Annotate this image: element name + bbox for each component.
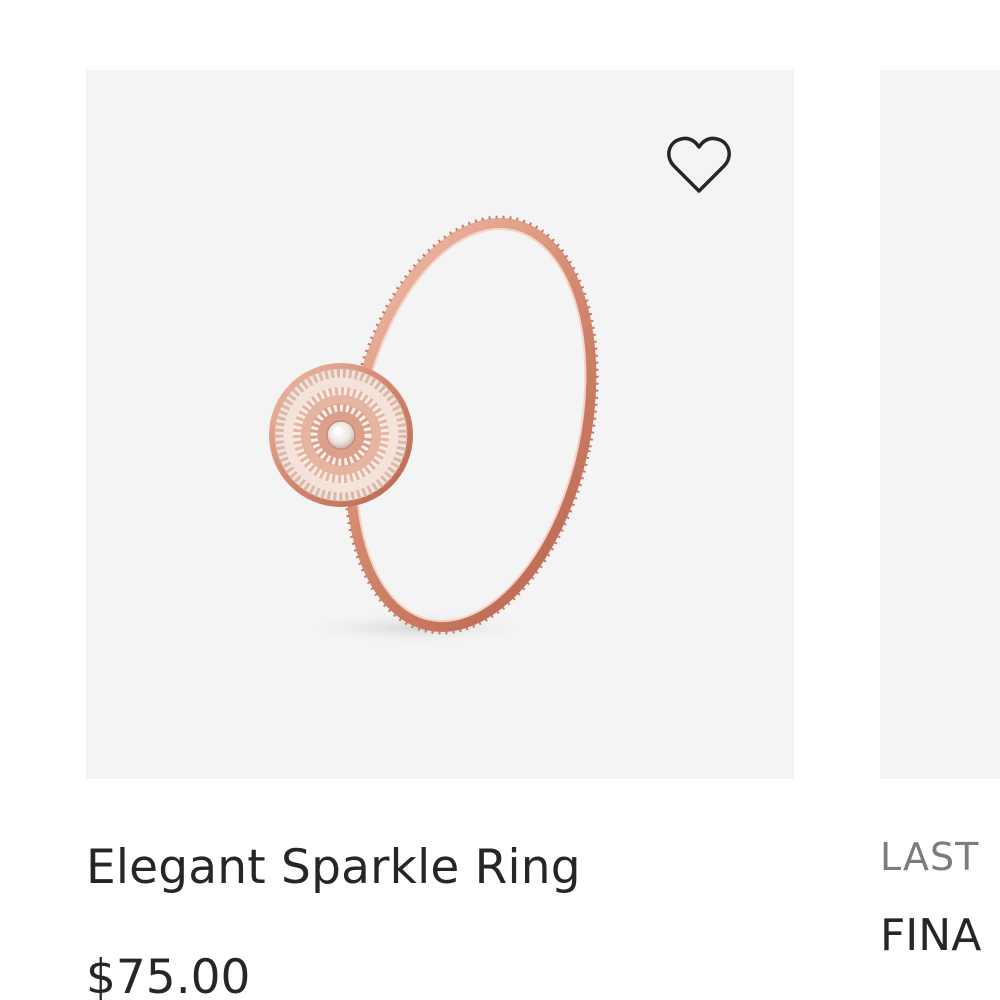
product-image[interactable] — [266, 200, 626, 664]
product-price: $75.00 — [86, 950, 251, 1000]
wishlist-heart-button[interactable] — [666, 134, 732, 196]
product-grid: Elegant Sparkle Ring $75.00 LAST FINA — [0, 0, 1000, 1000]
product-card-next[interactable]: LAST FINA — [880, 70, 1000, 961]
product-card[interactable]: Elegant Sparkle Ring $75.00 — [86, 70, 794, 1000]
heart-outline-icon — [667, 136, 731, 193]
product-image-container-next[interactable] — [880, 70, 1000, 779]
status-badge: LAST — [880, 835, 980, 879]
product-image-container[interactable] — [86, 70, 794, 779]
product-name[interactable]: Elegant Sparkle Ring — [86, 840, 581, 895]
product-name-next[interactable]: FINA — [880, 910, 981, 961]
